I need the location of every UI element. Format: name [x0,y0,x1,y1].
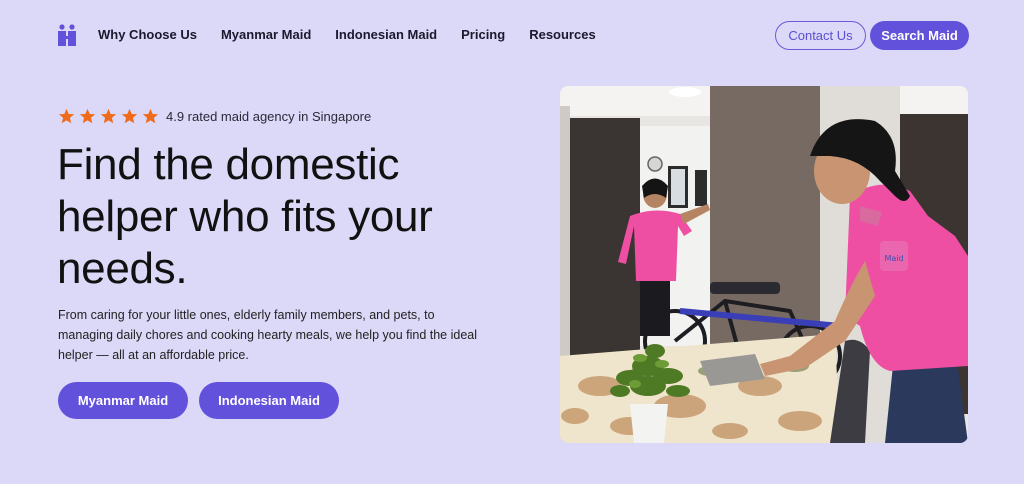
svg-text:Maid: Maid [884,254,903,263]
indonesian-maid-button[interactable]: Indonesian Maid [199,382,339,419]
star-rating [58,108,159,125]
contact-us-button[interactable]: Contact Us [775,21,866,50]
star-icon [142,108,159,124]
hero-image: Maid [560,86,968,443]
hero-headline: Find the domestic helper who fits your n… [57,140,433,293]
nav-why-choose-us[interactable]: Why Choose Us [98,27,197,42]
myanmar-maid-button[interactable]: Myanmar Maid [58,382,188,419]
rating-row: 4.9 rated maid agency in Singapore [58,108,371,125]
hero-description: From caring for your little ones, elderl… [58,308,478,362]
people-logo-icon[interactable] [57,24,77,46]
star-icon [121,108,138,124]
top-navigation: Why Choose Us Myanmar Maid Indonesian Ma… [0,0,1024,70]
nav-links: Why Choose Us Myanmar Maid Indonesian Ma… [98,27,596,42]
nav-pricing[interactable]: Pricing [461,27,505,42]
hero-illustration: Maid [560,86,968,443]
nav-resources[interactable]: Resources [529,27,595,42]
star-icon [79,108,96,124]
nav-myanmar-maid[interactable]: Myanmar Maid [221,27,311,42]
rating-text: 4.9 rated maid agency in Singapore [166,109,372,124]
star-icon [58,108,75,124]
star-icon [100,108,117,124]
nav-indonesian-maid[interactable]: Indonesian Maid [335,27,437,42]
search-maid-button[interactable]: Search Maid [870,21,969,50]
